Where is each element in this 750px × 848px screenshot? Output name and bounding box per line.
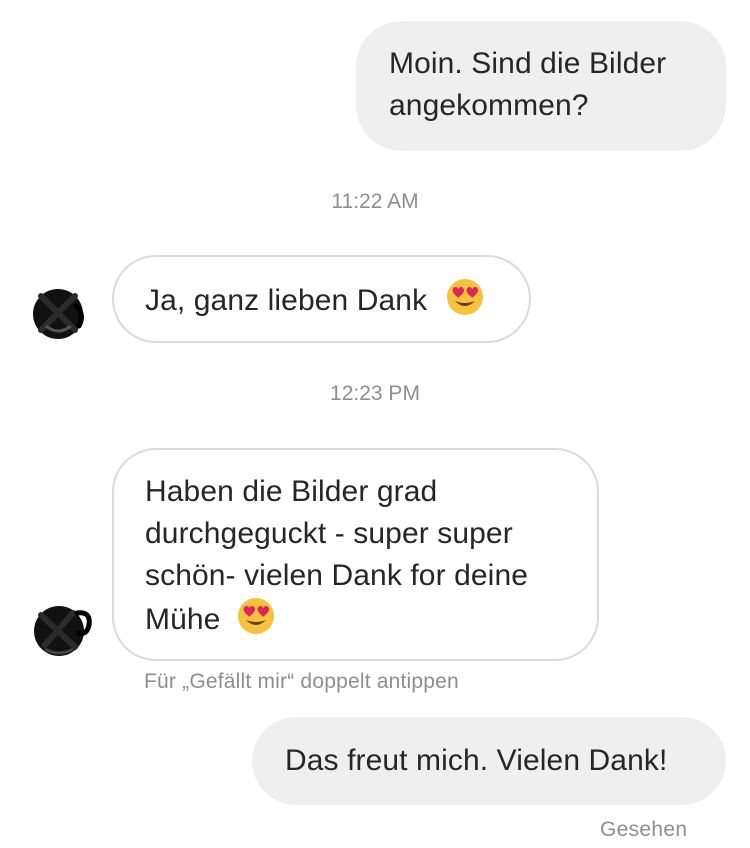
message-text-line: Mühe (145, 603, 221, 636)
avatar-image (34, 606, 92, 656)
avatar-image (33, 289, 84, 339)
incoming-message-bubble[interactable]: Ja, ganz lieben Dank (112, 255, 531, 343)
message-timestamp: 12:23 PM (330, 382, 420, 405)
seen-status: Gesehen (600, 818, 688, 841)
message-text-line: Moin. Sind die Bilder (389, 47, 667, 80)
outgoing-message-bubble[interactable]: Das freut mich. Vielen Dank! (252, 717, 726, 805)
heart-eyes-emoji-icon (446, 278, 484, 316)
message-text-line: Haben die Bilder grad (145, 475, 438, 508)
message-text-line: durchgeguckt - super super (145, 517, 513, 550)
sender-avatar[interactable] (33, 603, 92, 659)
incoming-message-bubble[interactable]: Haben die Bilder grad durchgeguckt - sup… (112, 448, 599, 661)
double-tap-like-hint: Für „Gefällt mir“ doppelt antippen (144, 670, 459, 693)
message-text: Das freut mich. Vielen Dank! (285, 744, 668, 777)
heart-eyes-emoji-icon (237, 597, 275, 635)
message-text-line: schön- vielen Dank for deine (145, 559, 529, 592)
message-timestamp: 11:22 AM (331, 190, 419, 213)
message-text: Ja, ganz lieben Dank (145, 284, 428, 317)
outgoing-message-bubble[interactable]: Moin. Sind die Bilder angekommen? (356, 21, 726, 151)
sender-avatar[interactable] (31, 286, 87, 342)
message-text-line: angekommen? (389, 89, 589, 122)
